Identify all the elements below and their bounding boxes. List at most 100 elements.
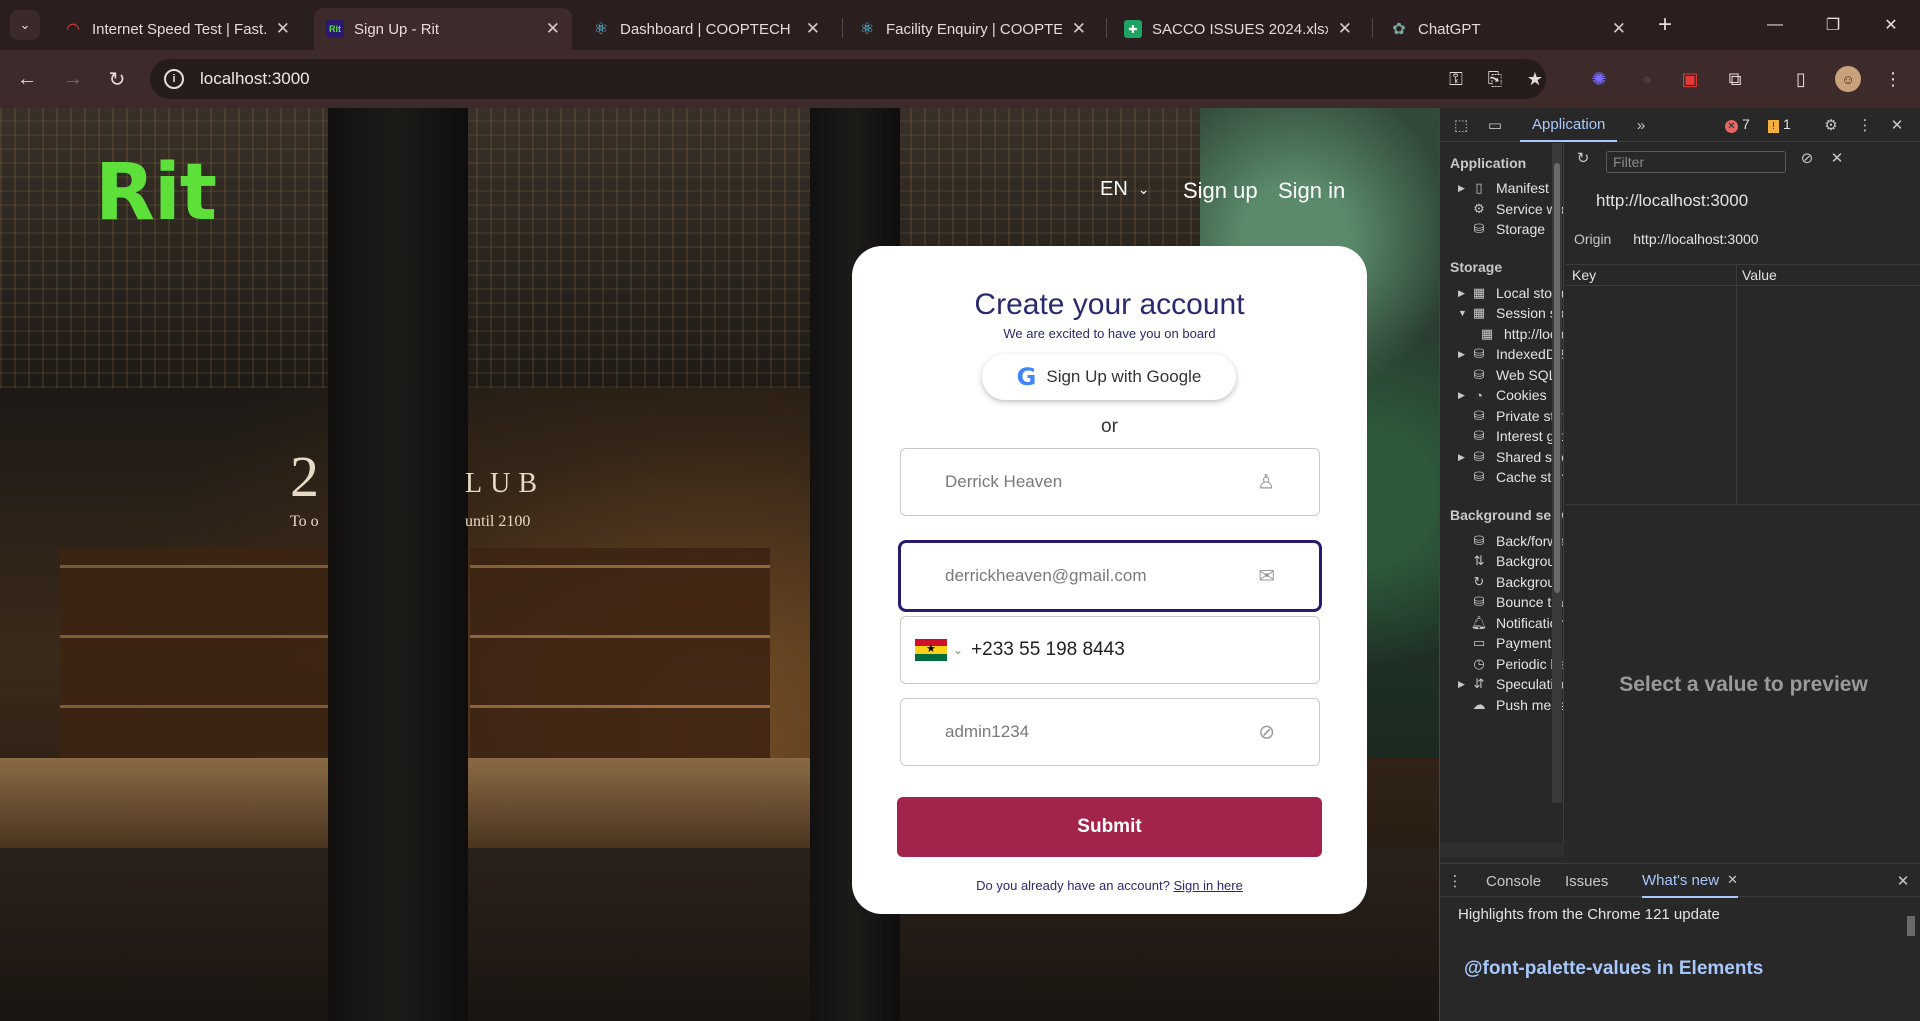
brand-logo[interactable]: Rit — [95, 148, 217, 238]
password-key-icon[interactable]: ⚿ — [1443, 66, 1469, 92]
sidebar-item-speculative-loads[interactable]: ▶⇵Speculative loads — [1458, 674, 1563, 694]
nav-signin-link[interactable]: Sign in — [1278, 178, 1345, 204]
eye-off-icon[interactable]: ⊘ — [1258, 720, 1275, 745]
close-devtools-icon[interactable]: ✕ — [1886, 114, 1908, 136]
refresh-icon[interactable]: ↻ — [1572, 147, 1594, 169]
close-drawer-icon[interactable]: ✕ — [1892, 870, 1914, 892]
new-tab-button[interactable]: + — [1650, 10, 1680, 40]
warning-count-badge[interactable]: ! 1 — [1768, 116, 1791, 133]
delete-selected-icon[interactable]: ✕ — [1826, 147, 1848, 169]
close-window-icon[interactable]: ✕ — [1862, 0, 1920, 50]
expand-arrow-icon[interactable]: ▶ — [1458, 390, 1470, 401]
close-icon[interactable]: ✕ — [1727, 872, 1738, 888]
sidebar-item-service-workers[interactable]: ⚙Service workers — [1458, 199, 1563, 219]
sidebar-item-web-sql[interactable]: ⛁ Web SQL — [1458, 365, 1557, 385]
close-icon[interactable]: ✕ — [276, 19, 290, 39]
extension-flower-icon[interactable]: ✺ — [1586, 66, 1612, 92]
minimize-icon[interactable]: — — [1746, 0, 1804, 50]
submit-button[interactable]: Submit — [897, 797, 1322, 857]
address-bar[interactable]: i localhost:3000 — [150, 59, 1546, 99]
signin-here-link[interactable]: Sign in here — [1173, 878, 1242, 893]
inspect-element-icon[interactable]: ⬚ — [1450, 114, 1472, 136]
sidebar-item-bfcache[interactable]: ⛁Back/forward cache — [1458, 531, 1563, 551]
sidebar-item-private-state-tokens[interactable]: ⛁Private state tokens — [1458, 406, 1563, 426]
sidebar-item-payment-handler[interactable]: ▭Payment handler — [1458, 633, 1563, 653]
tab-facility-enquiry[interactable]: ⚛ Facility Enquiry | COOPTECH ✕ — [846, 8, 1098, 50]
tab-fast[interactable]: ◠ Internet Speed Test | Fast.com ✕ — [52, 8, 302, 50]
reload-icon[interactable]: ↻ — [102, 64, 132, 94]
close-icon[interactable]: ✕ — [546, 19, 560, 39]
chevron-down-icon[interactable]: ⌄ — [953, 643, 963, 657]
sidebar-item-shared-storage[interactable]: ▶⛁Shared storage — [1458, 447, 1563, 467]
sidebar-item-background-fetch[interactable]: ⇅Background fetch — [1458, 551, 1563, 571]
clear-all-icon[interactable]: ⊘ — [1796, 147, 1818, 169]
extensions-puzzle-icon[interactable]: ⧉ — [1722, 66, 1748, 92]
password-field[interactable]: admin1234 ⊘ — [900, 698, 1320, 766]
sidebar-item-cache-storage[interactable]: ⛁Cache storage — [1458, 467, 1563, 487]
forward-icon[interactable]: → — [58, 64, 88, 94]
drawer-tab-issues[interactable]: Issues — [1565, 864, 1608, 898]
sidebar-horizontal-scrollbar[interactable] — [1440, 843, 1564, 857]
email-field[interactable]: derrickheaven@gmail.com ✉ — [898, 540, 1322, 612]
drawer-tab-console[interactable]: Console — [1486, 864, 1541, 898]
close-icon[interactable]: ✕ — [1612, 19, 1626, 39]
scrollbar-thumb[interactable] — [1907, 916, 1915, 936]
restore-icon[interactable]: ❐ — [1804, 0, 1862, 50]
feature-title-link[interactable]: @font-palette-values in Elements — [1464, 958, 1763, 980]
url-text[interactable]: localhost:3000 — [200, 69, 310, 89]
sidebar-item-storage[interactable]: ⛁ Storage — [1458, 219, 1546, 239]
device-toolbar-icon[interactable]: ▭ — [1484, 114, 1506, 136]
filter-input[interactable]: Filter — [1606, 151, 1786, 173]
tab-application[interactable]: Application — [1520, 108, 1618, 142]
extension-red-icon[interactable]: ▣ — [1677, 66, 1703, 92]
value-column-header[interactable]: Value — [1742, 267, 1777, 283]
profile-avatar[interactable]: ☺ — [1835, 66, 1861, 92]
close-icon[interactable]: ✕ — [806, 19, 820, 39]
sidebar-item-push-messaging[interactable]: ☁Push messaging — [1458, 695, 1564, 715]
drawer-scrollbar[interactable] — [1904, 898, 1918, 1021]
expand-arrow-icon[interactable]: ▶ — [1458, 183, 1470, 194]
site-info-icon[interactable]: i — [164, 69, 184, 89]
tab-search-icon[interactable]: ⌄ — [10, 10, 40, 40]
key-column-header[interactable]: Key — [1572, 267, 1596, 283]
sidebar-item-indexeddb[interactable]: ▶ ⛁ IndexedDB — [1458, 344, 1563, 364]
close-icon[interactable]: ✕ — [1072, 19, 1086, 39]
side-panel-icon[interactable]: ▯ — [1788, 66, 1814, 92]
settings-gear-icon[interactable]: ⚙ — [1820, 114, 1842, 136]
bookmark-star-icon[interactable]: ★ — [1522, 66, 1548, 92]
nav-signup-link[interactable]: Sign up — [1183, 178, 1258, 204]
language-selector[interactable]: EN ⌄ — [1100, 178, 1150, 201]
expand-arrow-icon[interactable]: ▶ — [1458, 349, 1470, 360]
expand-arrow-icon[interactable]: ▶ — [1458, 679, 1470, 690]
tab-dashboard[interactable]: ⚛ Dashboard | COOPTECH ✕ — [580, 8, 832, 50]
sidebar-item-periodic-sync[interactable]: ◷Periodic background sync — [1458, 654, 1563, 674]
sidebar-item-manifest[interactable]: ▶ ▯ Manifest — [1458, 178, 1549, 198]
ghana-flag-icon[interactable]: ★ — [915, 639, 947, 661]
sidebar-item-local-storage[interactable]: ▶▦Local storage — [1458, 283, 1563, 303]
extension-dark-icon[interactable]: ● — [1634, 66, 1660, 92]
phone-field[interactable]: ★ ⌄ +233 55 198 8443 — [900, 616, 1320, 684]
devtools-menu-icon[interactable]: ⋮ — [1854, 114, 1876, 136]
sidebar-item-interest-groups[interactable]: ⛁Interest groups — [1458, 426, 1563, 446]
google-signup-button[interactable]: G Sign Up with Google — [982, 354, 1236, 400]
tab-sacco-issues[interactable]: ✚ SACCO ISSUES 2024.xlsx - Google Sheets… — [1112, 8, 1364, 50]
sidebar-item-background-sync[interactable]: ↻Background sync — [1458, 572, 1563, 592]
sidebar-item-cookies[interactable]: ▶ ◔ Cookies — [1458, 385, 1547, 405]
expand-arrow-icon[interactable]: ▶ — [1458, 288, 1470, 299]
scrollbar-thumb[interactable] — [1554, 163, 1560, 593]
menu-kebab-icon[interactable]: ⋮ — [1880, 66, 1906, 92]
install-app-icon[interactable]: ⎘ — [1482, 66, 1508, 92]
sidebar-item-bounce-tracking[interactable]: ⛁Bounce tracking mitigations — [1458, 592, 1563, 612]
collapse-arrow-icon[interactable]: ▼ — [1458, 308, 1470, 318]
sidebar-item-notifications[interactable]: 🔔︎Notifications — [1458, 613, 1563, 633]
tab-signup-rit[interactable]: Rit Sign Up - Rit ✕ — [314, 8, 572, 50]
close-icon[interactable]: ✕ — [1338, 19, 1352, 39]
drawer-menu-icon[interactable]: ⋮ — [1444, 870, 1466, 892]
sidebar-item-session-storage[interactable]: ▼▦Session storage — [1458, 303, 1563, 323]
sidebar-scrollbar[interactable] — [1552, 143, 1562, 803]
tab-chatgpt[interactable]: ✿ ChatGPT ✕ — [1378, 8, 1638, 50]
back-icon[interactable]: ← — [12, 64, 42, 94]
more-tabs-icon[interactable]: » — [1630, 114, 1652, 136]
error-count-badge[interactable]: ✕ 7 — [1725, 116, 1750, 133]
expand-arrow-icon[interactable]: ▶ — [1458, 452, 1470, 463]
